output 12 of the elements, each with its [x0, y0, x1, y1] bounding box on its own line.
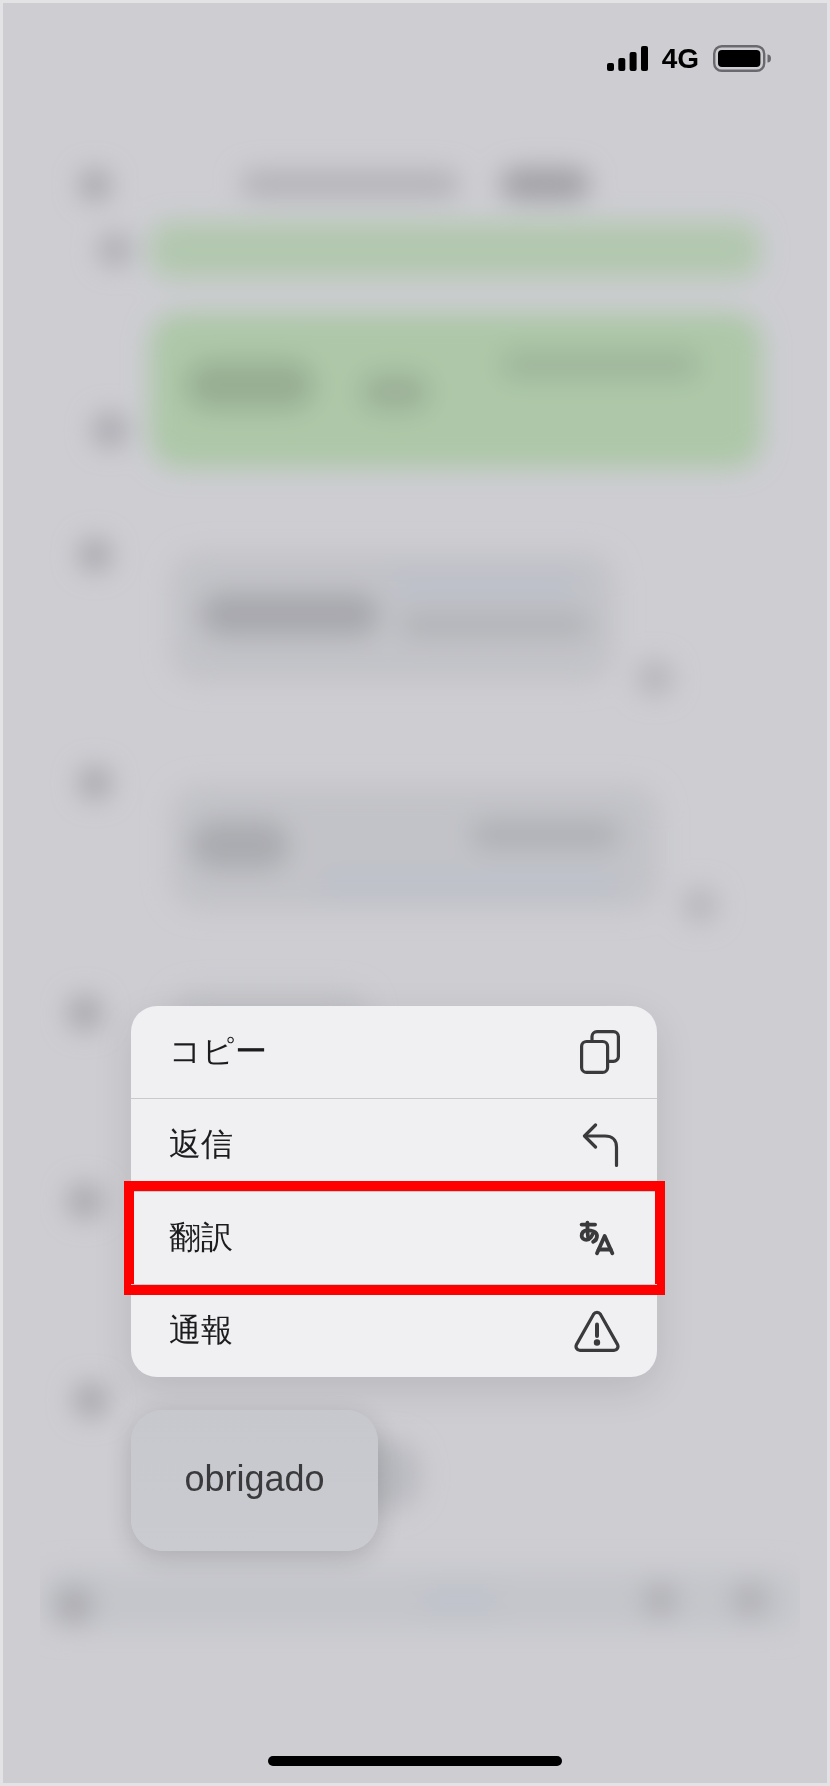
signal-icon	[606, 46, 648, 71]
reply-arrow-icon	[582, 1123, 620, 1167]
copy-icon	[580, 1030, 620, 1074]
menu-item[interactable]: コピー	[131, 1006, 657, 1098]
menu-item[interactable]: 通報	[131, 1285, 657, 1377]
home-indicator[interactable]	[268, 1756, 562, 1766]
menu-item[interactable]: 返信	[131, 1099, 657, 1191]
warning-icon	[574, 1310, 620, 1352]
message-bubble: obrigado	[131, 1410, 378, 1551]
network-label: 4G	[661, 45, 699, 72]
menu-item[interactable]: 翻訳	[131, 1192, 657, 1284]
battery-icon	[713, 45, 771, 72]
